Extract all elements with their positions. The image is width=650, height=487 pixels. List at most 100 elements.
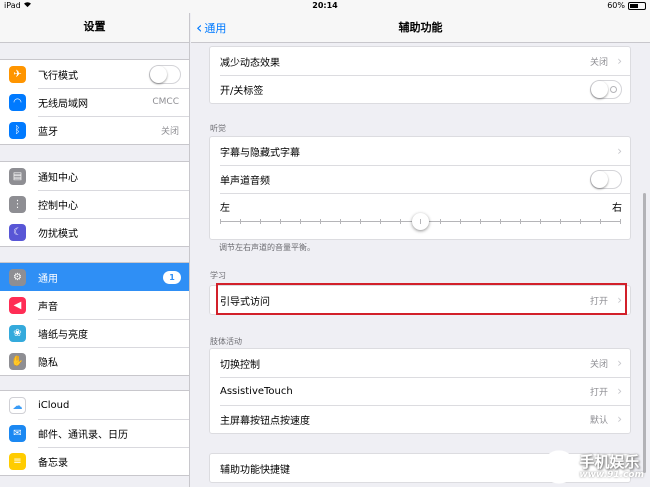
row-value: 关闭 [589, 359, 608, 370]
slider-tick [280, 219, 281, 224]
balance-left-label: 左 [220, 203, 230, 214]
physical-section-label: 肢体活动 [210, 337, 242, 346]
settings-sidebar: 设置 ✈ 飞行模式 ◠ 无线局域网 CMCC ᛒ 蓝牙 关闭 ▤ 通知中心 ⋮ 控制中心 ☾ 勿扰模式 ⚙ 通… [0, 13, 190, 487]
hearing-section-label: 听觉 [210, 124, 226, 133]
sidebar-item[interactable]: ❀ 墙纸与亮度 [0, 319, 189, 347]
balance-slider[interactable] [220, 213, 621, 230]
sidebar-item-label: 通用 [38, 273, 58, 285]
slider-tick [580, 219, 581, 224]
on-off-labels-toggle[interactable] [590, 79, 622, 99]
update-badge: 1 [163, 270, 181, 284]
sidebar-item[interactable]: ⚙ 通用 1 [0, 263, 189, 291]
slider-tick [380, 219, 381, 224]
sidebar-item[interactable]: ☾ 勿扰模式 [0, 218, 189, 246]
nav-bar: ‹ 通用 辅助功能 [191, 13, 650, 43]
bluetooth-icon: ᛒ [9, 121, 26, 139]
sidebar-item[interactable]: ⋮ 控制中心 [0, 190, 189, 218]
slider-tick [520, 219, 521, 224]
slider-tick [500, 219, 501, 224]
sidebar-groups: ✈ 飞行模式 ◠ 无线局域网 CMCC ᛒ 蓝牙 关闭 ▤ 通知中心 ⋮ 控制中心 ☾ 勿扰模式 ⚙ 通用 1 ◀… [0, 59, 189, 476]
sidebar-item-label: 蓝牙 [38, 126, 58, 138]
slider-tick [240, 219, 241, 224]
sidebar-item[interactable]: ▤ 通知中心 [0, 162, 189, 190]
cloud-icon: ☁ [9, 396, 26, 414]
balance-right-label: 右 [612, 203, 622, 214]
assistivetouch-row[interactable]: AssistiveTouch 打开 › [210, 377, 630, 405]
slider-tick [320, 219, 321, 224]
slider-tick [480, 219, 481, 224]
accessibility-panel: ‹ 通用 辅助功能 减少动态效果 关闭 › 开/关标签 听觉 字幕与隐藏式字幕 … [191, 13, 650, 487]
airplane-icon: ✈ [9, 65, 26, 83]
row-value: 默认 [589, 415, 608, 426]
sidebar-item-value: CMCC [152, 97, 179, 107]
sidebar-item-label: 勿扰模式 [38, 228, 78, 240]
battery-status: 60% [607, 1, 646, 10]
highlight-box [216, 283, 627, 315]
hand-icon: ✋ [9, 352, 26, 370]
row-label: 主屏幕按钮点按速度 [220, 415, 310, 427]
row-label: AssistiveTouch [220, 385, 293, 397]
reduce-motion-row[interactable]: 减少动态效果 关闭 › [210, 47, 630, 75]
slider-tick [420, 219, 421, 224]
sidebar-item[interactable]: ✋ 隐私 [0, 347, 189, 375]
sidebar-item-label: 声音 [38, 301, 58, 313]
speaker-icon: ◀ [9, 296, 26, 314]
motion-group: 减少动态效果 关闭 › 开/关标签 [209, 46, 631, 104]
sidebar-item-label: 墙纸与亮度 [38, 329, 88, 341]
sidebar-item-value: 关闭 [160, 126, 179, 137]
sidebar-item-label: 备忘录 [38, 457, 68, 469]
row-label: 辅助功能快捷键 [220, 464, 290, 476]
status-bar: iPad 20:14 60% [0, 0, 650, 13]
chevron-right-icon: › [617, 384, 622, 398]
slider-tick [400, 219, 401, 224]
sidebar-item-label: 无线局域网 [38, 98, 88, 110]
sidebar-group: ✈ 飞行模式 ◠ 无线局域网 CMCC ᛒ 蓝牙 关闭 [0, 59, 189, 145]
chevron-right-icon: › [617, 412, 622, 426]
balance-slider-row: 左 右 [210, 193, 630, 239]
sidebar-item[interactable]: ✉ 邮件、通讯录、日历 [0, 419, 189, 447]
wifi-icon: ◠ [9, 93, 26, 111]
row-value: 关闭 [589, 57, 608, 68]
switch-control-row[interactable]: 切换控制 关闭 › [210, 349, 630, 377]
off-label-icon [610, 85, 617, 93]
sidebar-item-label: 控制中心 [38, 200, 78, 212]
row-label: 减少动态效果 [220, 57, 280, 69]
airplane-mode-toggle[interactable] [149, 64, 181, 84]
sidebar-item[interactable]: ☁ iCloud [0, 391, 189, 419]
flower-icon: ❀ [9, 324, 26, 342]
status-time: 20:14 [312, 1, 338, 10]
mono-audio-toggle[interactable] [590, 169, 622, 189]
slider-tick [540, 219, 541, 224]
chevron-right-icon: › [617, 356, 622, 370]
row-label: 开/关标签 [220, 85, 264, 97]
sidebar-item-label: 飞行模式 [38, 70, 78, 82]
home-click-speed-row[interactable]: 主屏幕按钮点按速度 默认 › [210, 405, 630, 433]
slider-tick [560, 219, 561, 224]
sidebar-group: ▤ 通知中心 ⋮ 控制中心 ☾ 勿扰模式 [0, 161, 189, 247]
sidebar-item-label: 隐私 [38, 357, 58, 369]
sidebar-item[interactable]: ◀ 声音 [0, 291, 189, 319]
sidebar-item[interactable]: ✈ 飞行模式 [0, 60, 189, 88]
scrollbar[interactable] [643, 193, 646, 473]
sidebar-item[interactable]: ᛒ 蓝牙 关闭 [0, 116, 189, 144]
slider-tick [360, 219, 361, 224]
notes-icon: ≡ [9, 452, 26, 470]
learning-section-label: 学习 [210, 271, 226, 280]
balance-footnote: 调节左右声道的音量平衡。 [219, 243, 315, 252]
watermark-url: www.91.com [579, 470, 644, 481]
moon-icon: ☾ [9, 223, 26, 241]
slider-tick [440, 219, 441, 224]
sidebar-item[interactable]: ◠ 无线局域网 CMCC [0, 88, 189, 116]
page-title: 辅助功能 [398, 21, 443, 34]
sidebar-group: ☁ iCloud ✉ 邮件、通讯录、日历 ≡ 备忘录 [0, 390, 189, 476]
sidebar-title: 设置 [0, 13, 189, 43]
slider-tick [260, 219, 261, 224]
subtitles-row[interactable]: 字幕与隐藏式字幕 › [210, 137, 630, 165]
battery-percent: 60% [607, 1, 625, 10]
watermark: 手机娱乐 www.91.com [542, 450, 644, 484]
sidebar-item-label: 邮件、通讯录、日历 [38, 429, 128, 441]
on-off-labels-row: 开/关标签 [210, 75, 630, 103]
watermark-text: 手机娱乐 [579, 452, 640, 471]
mono-audio-row: 单声道音频 [210, 165, 630, 193]
sidebar-item[interactable]: ≡ 备忘录 [0, 447, 189, 475]
